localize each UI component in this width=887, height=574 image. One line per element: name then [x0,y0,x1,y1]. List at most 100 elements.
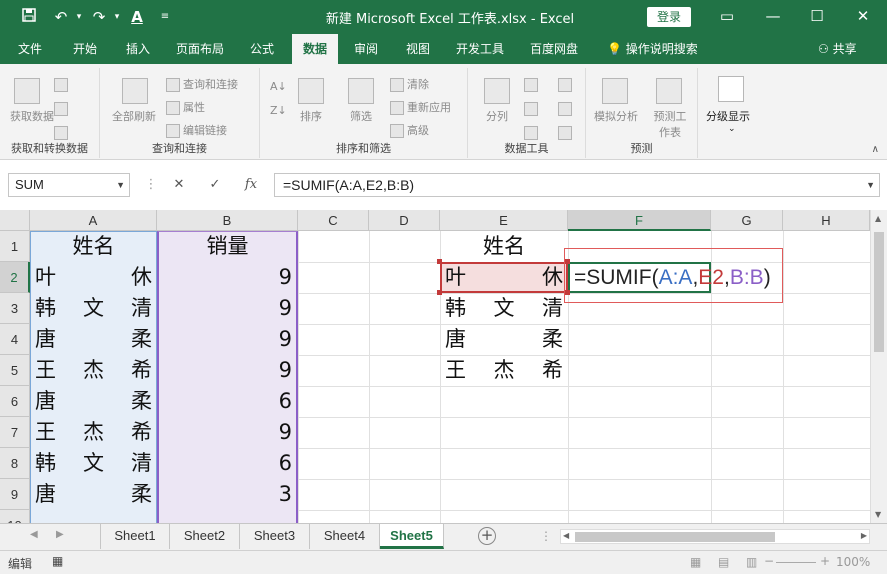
scroll-left-icon[interactable]: ◀ [563,531,569,540]
data-model-button[interactable] [558,126,575,140]
scroll-down-icon[interactable]: ▼ [875,510,881,519]
tell-me-search[interactable]: 💡 操作说明搜索 [607,34,698,64]
cell-a1[interactable]: 姓名 [30,231,157,262]
column-header-h[interactable]: H [783,210,870,231]
row-header-6[interactable]: 6 [0,386,30,417]
vertical-scrollbar[interactable]: ▲ ▼ [870,210,887,523]
cell-b7[interactable]: 9 [157,417,298,448]
sort-ascending-button[interactable]: A↓ [270,80,287,93]
sheet-tab-5[interactable]: Sheet5 [380,524,444,549]
undo-dropdown-icon[interactable]: ▾ [68,7,90,27]
prev-sheet-icon[interactable]: ◀ [30,529,38,540]
font-color-icon[interactable]: A [126,7,148,27]
scroll-up-icon[interactable]: ▲ [875,214,881,223]
cell-a5[interactable]: 王杰希 [30,355,157,386]
advanced-button[interactable]: 高级 [390,122,429,138]
row-header-3[interactable]: 3 [0,293,30,324]
ribbon-display-options-icon[interactable]: ▭ [712,6,742,26]
relationships-button[interactable] [558,102,575,116]
cell-e2[interactable]: 叶 休 [440,262,568,293]
tab-data[interactable]: 数据 [292,34,338,64]
horizontal-scrollbar[interactable]: ◀ ▶ [560,529,870,544]
column-header-a[interactable]: A [30,210,157,231]
tab-formulas[interactable]: 公式 [240,34,284,64]
row-header-7[interactable]: 7 [0,417,30,448]
cell-b3[interactable]: 9 [157,293,298,324]
sheet-tab-1[interactable]: Sheet1 [100,524,170,549]
cell-f2-editing[interactable]: =SUMIF(A:A,E2,B:B) [574,262,771,293]
remove-duplicates-button[interactable] [524,102,541,116]
column-header-b[interactable]: B [157,210,298,231]
cell-e4[interactable]: 唐 柔 [440,324,568,355]
reapply-button[interactable]: 重新应用 [390,99,451,115]
zoom-out-icon[interactable]: − [764,554,774,568]
page-break-view-icon[interactable]: ▥ [746,555,757,569]
name-box[interactable]: SUM ▼ [8,173,130,197]
save-icon[interactable] [18,7,40,27]
get-data-button[interactable]: 获取数据 [10,108,54,124]
column-header-g[interactable]: G [711,210,783,231]
enter-icon[interactable]: ✓ [202,173,228,197]
tab-page-layout[interactable]: 页面布局 [168,34,232,64]
filter-button[interactable]: 筛选 [350,108,372,124]
tab-insert[interactable]: 插入 [116,34,160,64]
formula-input[interactable]: =SUMIF(A:A,E2,B:B) ▼ [274,173,880,197]
column-header-f[interactable]: F [568,210,711,231]
cell-b1[interactable]: 销量 [157,231,298,262]
zoom-in-icon[interactable]: + [820,554,830,568]
column-header-d[interactable]: D [369,210,440,231]
row-header-5[interactable]: 5 [0,355,30,386]
horizontal-scroll-thumb[interactable] [575,532,775,542]
row-header-1[interactable]: 1 [0,231,30,262]
outline-button[interactable]: 分级显示 [706,108,750,124]
what-if-button[interactable]: 模拟分析 [594,108,638,124]
sort-button[interactable]: 排序 [300,108,322,124]
vertical-scroll-thumb[interactable] [874,232,884,352]
sort-descending-button[interactable]: Z↓ [270,104,287,117]
tab-baidu-netdisk[interactable]: 百度网盘 [522,34,586,64]
tab-home[interactable]: 开始 [62,34,108,64]
more-sheets-icon[interactable]: ⋮ [540,529,552,543]
cell-a4[interactable]: 唐 柔 [30,324,157,355]
sheet-tab-2[interactable]: Sheet2 [170,524,240,549]
column-header-c[interactable]: C [298,210,369,231]
properties-button[interactable]: 属性 [166,99,205,115]
expand-formula-bar-icon[interactable]: ▼ [866,174,875,196]
zoom-level[interactable]: 100% [836,555,870,569]
macro-record-icon[interactable]: ▦ [52,554,63,568]
forecast-sheet-button[interactable]: 预测工作表 [650,108,690,140]
from-table-button[interactable] [54,102,71,116]
tab-file[interactable]: 文件 [8,34,52,64]
insert-function-icon[interactable]: fx [238,173,264,197]
refresh-all-button[interactable]: 全部刷新 [112,108,156,124]
cell-b9[interactable]: 3 [157,479,298,510]
cell-a9[interactable]: 唐 柔 [30,479,157,510]
cell-e3[interactable]: 韩文清 [440,293,568,324]
cell-a6[interactable]: 唐 柔 [30,386,157,417]
cell-a8[interactable]: 韩文清 [30,448,157,479]
row-header-4[interactable]: 4 [0,324,30,355]
chevron-down-icon[interactable]: ⌄ [728,124,736,134]
sheet-tab-3[interactable]: Sheet3 [240,524,310,549]
text-to-columns-button[interactable]: 分列 [486,108,508,124]
row-header-9[interactable]: 9 [0,479,30,510]
cell-b6[interactable]: 6 [157,386,298,417]
edit-links-button[interactable]: 编辑链接 [166,122,227,138]
cell-e1[interactable]: 姓名 [440,231,568,262]
minimize-icon[interactable]: — [758,6,788,26]
cell-e5[interactable]: 王杰希 [440,355,568,386]
select-all-corner[interactable] [0,210,30,231]
cell-b2[interactable]: 9 [157,262,298,293]
normal-view-icon[interactable]: ▦ [690,555,701,569]
tab-view[interactable]: 视图 [396,34,440,64]
customize-quick-access-icon[interactable]: ≡ [154,7,176,27]
column-header-e[interactable]: E [440,210,568,231]
cell-b5[interactable]: 9 [157,355,298,386]
collapse-ribbon-icon[interactable]: ∧ [872,144,879,155]
scroll-right-icon[interactable]: ▶ [861,531,867,540]
row-header-8[interactable]: 8 [0,448,30,479]
cell-b4[interactable]: 9 [157,324,298,355]
zoom-slider[interactable] [776,562,816,563]
flash-fill-button[interactable] [524,78,541,92]
cell-a3[interactable]: 韩文清 [30,293,157,324]
